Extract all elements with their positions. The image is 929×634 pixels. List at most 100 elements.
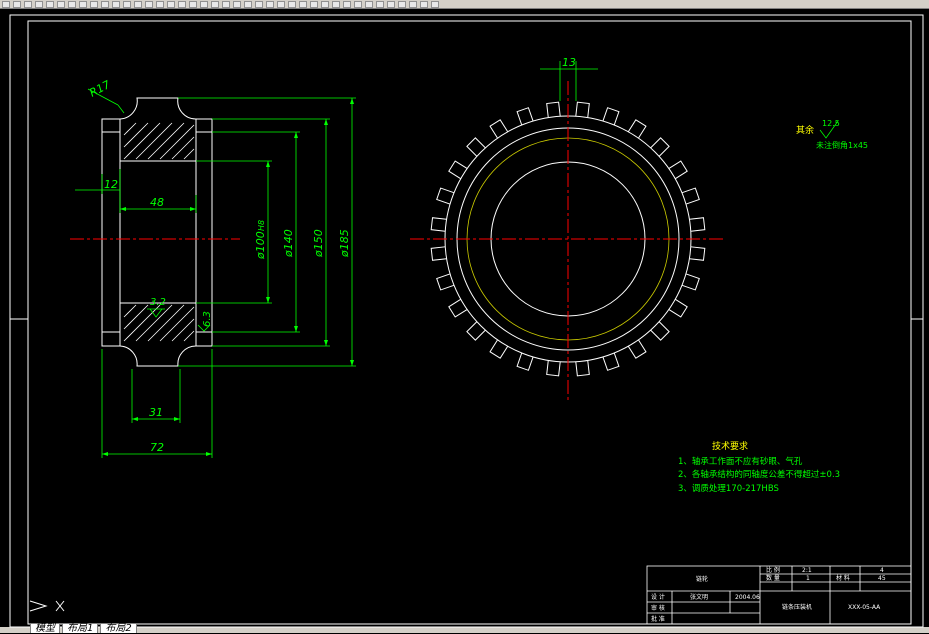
drawing-frame (9, 14, 924, 628)
tab-layout1[interactable]: 布局1 (62, 623, 99, 634)
sprocket-tooth (575, 360, 590, 377)
toolbar-button[interactable] (398, 0, 406, 8)
tb-part: 链轮 (696, 575, 708, 583)
dim-dia140: ø140 (282, 229, 295, 258)
tech-title: 技术要求 (712, 440, 748, 452)
toolbar-button[interactable] (376, 0, 384, 8)
toolbar-button[interactable] (431, 0, 439, 8)
toolbar-button[interactable] (277, 0, 285, 8)
tech-requirements: 技术要求 1、轴承工作面不应有砂眼、气孔 2、各轴承结构的同轴度公差不得超过±0… (678, 440, 840, 494)
sprocket-tooth (430, 217, 447, 232)
tab-model[interactable]: 模型 (30, 623, 60, 634)
sprocket-tooth (489, 339, 509, 359)
section-dim-arrows (102, 98, 354, 456)
toolbar-button[interactable] (101, 0, 109, 8)
tb-label-material: 材 料 (836, 574, 850, 582)
tb-check-label: 审 核 (651, 604, 665, 612)
toolbar-button[interactable] (387, 0, 395, 8)
toolbar-button[interactable] (299, 0, 307, 8)
tb-qty: 1 (806, 575, 810, 582)
dim-dia100-note: H8 (257, 220, 266, 231)
sprocket-tooth (466, 321, 486, 341)
toolbar-button[interactable] (255, 0, 263, 8)
sprocket-tooth (668, 160, 688, 180)
toolbar-button[interactable] (46, 0, 54, 8)
toolbar-button[interactable] (354, 0, 362, 8)
tech-item-1: 1、轴承工作面不应有砂眼、气孔 (678, 456, 803, 467)
toolbar-button[interactable] (123, 0, 131, 8)
tb-material: 45 (878, 575, 886, 582)
section-dimensions (75, 88, 356, 458)
sprocket-tooth (650, 137, 670, 157)
surface-note-label: 其余 (796, 124, 814, 136)
sprocket-tooth (627, 339, 647, 359)
toolbar-button[interactable] (211, 0, 219, 8)
sprocket-tooth (627, 119, 647, 139)
tb-part-name: 链条压装机 (782, 603, 812, 611)
tb-sheet: 4 (880, 567, 884, 574)
toolbar-button[interactable] (57, 0, 65, 8)
sprocket-tooth (546, 101, 561, 118)
toolbar-button[interactable] (13, 0, 21, 8)
toolbar-button[interactable] (178, 0, 186, 8)
toolbar-button[interactable] (233, 0, 241, 8)
sprocket-tooth (466, 137, 486, 157)
toolbar-button[interactable] (189, 0, 197, 8)
toolbar-button[interactable] (134, 0, 142, 8)
tb-drawing-no: XXX-05-AA (848, 604, 881, 611)
tab-layout2[interactable]: 布局2 (100, 623, 137, 634)
toolbar-button[interactable] (90, 0, 98, 8)
sprocket-tooth (546, 360, 561, 377)
sprocket-tooth (448, 298, 468, 318)
sprocket-tooth (650, 321, 670, 341)
surface-note-text: 未注倒角1x45 (816, 140, 868, 150)
tb-designer: 张文明 (690, 593, 708, 601)
surface-note-value: 12.5 (822, 119, 840, 128)
sprocket-tooth (448, 160, 468, 180)
tb-label-scale: 比 例 (766, 566, 780, 574)
dim-dia185: ø185 (338, 229, 351, 258)
toolbar-button[interactable] (321, 0, 329, 8)
sprocket-tooth (430, 246, 447, 261)
toolbar-button[interactable] (167, 0, 175, 8)
toolbar-button[interactable] (200, 0, 208, 8)
toolbar-button[interactable] (365, 0, 373, 8)
toolbar-button[interactable] (2, 0, 10, 8)
toolbar-button[interactable] (222, 0, 230, 8)
toolbar-button[interactable] (332, 0, 340, 8)
dim-dia150: ø150 (312, 229, 325, 258)
toolbar (0, 0, 929, 9)
dim-48: 48 (150, 196, 164, 209)
layout-tabs: 模型 布局1 布局2 (30, 623, 137, 634)
toolbar-button[interactable] (343, 0, 351, 8)
dim-dia100: ø100 (254, 231, 267, 260)
sprocket-tooth (689, 246, 706, 261)
tech-item-2: 2、各轴承结构的同轴度公差不得超过±0.3 (678, 469, 840, 480)
toolbar-button[interactable] (420, 0, 428, 8)
toolbar-button[interactable] (409, 0, 417, 8)
tb-scale: 2:1 (802, 567, 812, 574)
tb-design-label: 设 计 (651, 593, 665, 601)
tb-approve-label: 批 准 (651, 615, 665, 623)
toolbar-button[interactable] (68, 0, 76, 8)
tech-item-3: 3、调质处理170-217HBS (678, 483, 779, 494)
tb-date: 2004.06 (735, 594, 760, 601)
toolbar-button[interactable] (24, 0, 32, 8)
title-block-text: 链轮 比 例 数 量 材 料 2:1 1 4 45 设 计 张文明 2004.0… (651, 566, 886, 623)
toolbar-button[interactable] (35, 0, 43, 8)
drawing-canvas[interactable]: R17 12 48 31 72 3.2 6.3 ø100 H8 ø140 ø15… (0, 9, 929, 633)
toolbar-button[interactable] (79, 0, 87, 8)
toolbar-button[interactable] (112, 0, 120, 8)
toolbar-button[interactable] (244, 0, 252, 8)
toolbar-button[interactable] (145, 0, 153, 8)
toolbar-button[interactable] (288, 0, 296, 8)
dim-3-2: 3.2 (150, 297, 166, 308)
dim-radius: R17 (87, 78, 112, 100)
toolbar-button[interactable] (156, 0, 164, 8)
toolbar-button[interactable] (266, 0, 274, 8)
surface-note: 其余 12.5 未注倒角1x45 (796, 119, 868, 150)
section-hatch (123, 122, 195, 342)
toolbar-button[interactable] (310, 0, 318, 8)
dim-13: 13 (562, 56, 576, 69)
dim-31: 31 (149, 406, 163, 419)
